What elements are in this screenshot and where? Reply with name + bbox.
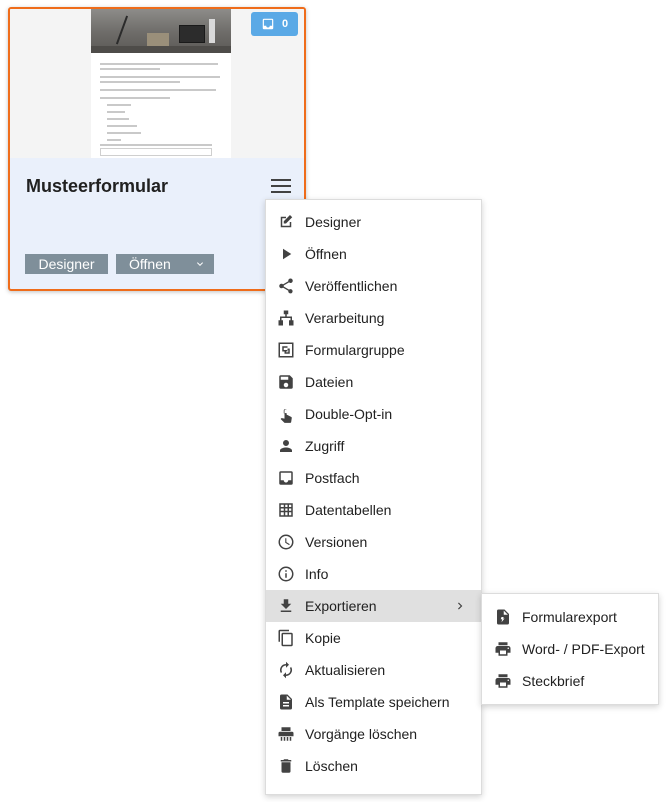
shredder-icon xyxy=(277,725,295,743)
person-icon xyxy=(277,437,295,455)
menu-item-label: Formularexport xyxy=(522,609,617,625)
menu-item-label: Zugriff xyxy=(305,438,345,454)
refresh-icon xyxy=(277,661,295,679)
download-icon xyxy=(277,597,295,615)
menu-item-export[interactable]: Exportieren xyxy=(266,590,481,622)
form-card[interactable]: 0 Musteerformular Designer Öffnen xyxy=(8,7,306,291)
open-button-label: Öffnen xyxy=(129,256,171,272)
hamburger-menu-icon xyxy=(271,179,291,193)
trash-icon xyxy=(277,757,295,775)
clock-icon xyxy=(277,533,295,551)
chevron-right-icon xyxy=(453,599,467,613)
menu-item-delete-processes[interactable]: Vorgänge löschen xyxy=(266,718,481,750)
menu-item-versions[interactable]: Versionen xyxy=(266,526,481,558)
thumbnail-page xyxy=(91,9,231,158)
form-title: Musteerformular xyxy=(26,176,169,196)
table-icon xyxy=(277,501,295,519)
menu-item-label: Verarbeitung xyxy=(305,310,385,326)
menu-item-label: Als Template speichern xyxy=(305,694,450,710)
menu-item-label: Versionen xyxy=(305,534,368,550)
save-icon xyxy=(277,373,295,391)
menu-item-open[interactable]: Öffnen xyxy=(266,238,481,270)
play-icon xyxy=(277,245,295,263)
export-submenu: Formularexport Word- / PDF-Export Steckb… xyxy=(481,593,659,705)
menu-item-label: Word- / PDF-Export xyxy=(522,641,645,657)
menu-item-publish[interactable]: Veröffentlichen xyxy=(266,270,481,302)
menu-item-label: Exportieren xyxy=(305,598,377,614)
menu-item-delete[interactable]: Löschen xyxy=(266,750,481,782)
menu-item-form-group[interactable]: Formulargruppe xyxy=(266,334,481,366)
menu-item-inbox[interactable]: Postfach xyxy=(266,462,481,494)
inbox-icon xyxy=(277,469,295,487)
info-icon xyxy=(277,565,295,583)
menu-item-label: Kopie xyxy=(305,630,341,646)
touch-icon xyxy=(277,405,295,423)
inbox-badge[interactable]: 0 xyxy=(251,12,298,36)
menu-item-label: Dateien xyxy=(305,374,354,390)
menu-item-label: Löschen xyxy=(305,758,358,774)
menu-item-label: Double-Opt-in xyxy=(305,406,393,422)
menu-item-label: Info xyxy=(305,566,329,582)
copy-icon xyxy=(277,629,295,647)
menu-item-label: Vorgänge löschen xyxy=(305,726,418,742)
submenu-item-form-export[interactable]: Formularexport xyxy=(482,601,658,633)
menu-item-designer[interactable]: Designer xyxy=(266,206,481,238)
form-thumbnail[interactable]: 0 xyxy=(10,9,304,158)
printer-icon xyxy=(494,640,512,658)
file-icon xyxy=(277,693,295,711)
designer-button-label: Designer xyxy=(38,256,95,272)
open-button[interactable]: Öffnen xyxy=(116,254,214,274)
menu-item-label: Datentabellen xyxy=(305,502,392,518)
designer-button[interactable]: Designer xyxy=(25,254,108,274)
inbox-count: 0 xyxy=(281,18,289,30)
menu-item-label: Formulargruppe xyxy=(305,342,405,358)
menu-item-files[interactable]: Dateien xyxy=(266,366,481,398)
card-menu-button[interactable] xyxy=(269,176,293,196)
printer-icon xyxy=(494,672,512,690)
submenu-item-profile[interactable]: Steckbrief xyxy=(482,665,658,697)
context-menu: Designer Öffnen Veröffentlichen Verarbei… xyxy=(265,199,482,795)
file-export-icon xyxy=(494,608,512,626)
share-icon xyxy=(277,277,295,295)
menu-item-access[interactable]: Zugriff xyxy=(266,430,481,462)
submenu-item-word-pdf-export[interactable]: Word- / PDF-Export xyxy=(482,633,658,665)
thumbnail-photo xyxy=(91,9,231,53)
menu-item-copy[interactable]: Kopie xyxy=(266,622,481,654)
menu-item-info[interactable]: Info xyxy=(266,558,481,590)
menu-item-save-as-template[interactable]: Als Template speichern xyxy=(266,686,481,718)
menu-item-label: Steckbrief xyxy=(522,673,585,689)
menu-item-label: Veröffentlichen xyxy=(305,278,398,294)
menu-item-data-tables[interactable]: Datentabellen xyxy=(266,494,481,526)
menu-item-refresh[interactable]: Aktualisieren xyxy=(266,654,481,686)
menu-item-label: Postfach xyxy=(305,470,360,486)
menu-item-label: Aktualisieren xyxy=(305,662,386,678)
menu-item-double-opt-in[interactable]: Double-Opt-in xyxy=(266,398,481,430)
edit-icon xyxy=(277,213,295,231)
menu-item-label: Designer xyxy=(305,214,362,230)
menu-item-label: Öffnen xyxy=(305,246,347,262)
sitemap-icon xyxy=(277,309,295,327)
group-icon xyxy=(277,341,295,359)
inbox-icon xyxy=(261,17,275,31)
menu-item-processing[interactable]: Verarbeitung xyxy=(266,302,481,334)
chevron-down-icon[interactable] xyxy=(194,258,206,270)
